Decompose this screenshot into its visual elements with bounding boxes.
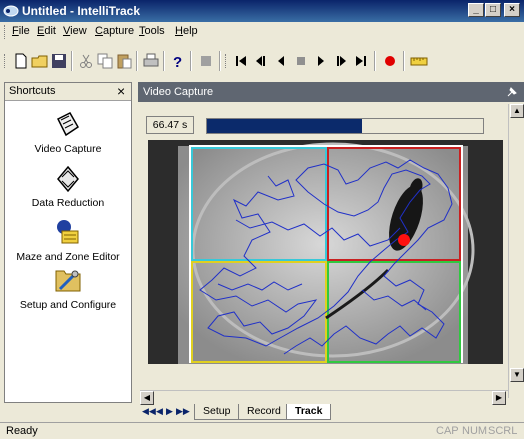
vertical-scrollbar[interactable]: ▲ ▼ — [508, 104, 524, 398]
toolbar-separator — [71, 51, 73, 71]
shortcut-label: Data Reduction — [31, 197, 105, 209]
stop-capture-icon[interactable] — [197, 52, 215, 70]
play-back-icon[interactable] — [272, 52, 290, 70]
shortcut-label: Video Capture — [34, 143, 102, 155]
step-back-icon[interactable] — [252, 52, 270, 70]
record-icon[interactable] — [381, 52, 399, 70]
pin-icon[interactable] — [506, 86, 518, 98]
status-bar: Ready CAP NUM SCRL — [0, 422, 524, 439]
scrl-indicator: SCRL — [488, 425, 518, 437]
shortcut-video-capture[interactable]: Video Capture — [5, 109, 131, 155]
menu-tools[interactable]: Tools — [139, 25, 165, 37]
shortcut-maze-editor[interactable]: Maze and Zone Editor — [5, 217, 131, 263]
toolbar: ? — [0, 42, 524, 82]
video-frame[interactable] — [148, 140, 503, 364]
minimize-button[interactable]: _ — [468, 3, 484, 17]
shortcut-data-reduction[interactable]: Data Reduction — [5, 163, 131, 209]
maze-editor-icon — [57, 220, 79, 244]
capture-progress-bar — [206, 118, 484, 134]
menu-capture[interactable]: Capture — [95, 25, 134, 37]
video-capture-header: Video Capture — [138, 82, 524, 102]
maximize-button[interactable]: □ — [485, 3, 501, 17]
tab-track[interactable]: Track — [286, 404, 332, 420]
scroll-right-button[interactable]: ▶ — [492, 391, 506, 405]
menu-bar: File Edit View Capture Tools Help — [0, 22, 524, 42]
tab-record[interactable]: Record — [238, 404, 290, 420]
video-capture-title: Video Capture — [143, 86, 214, 98]
print-icon[interactable] — [142, 52, 160, 70]
scroll-left-button[interactable]: ◀ — [140, 391, 154, 405]
open-icon[interactable] — [31, 52, 49, 70]
title-bar: Untitled - IntelliTrack _ □ × — [0, 0, 524, 22]
stop-icon[interactable] — [292, 52, 310, 70]
toolbar-grip[interactable] — [225, 54, 228, 68]
horizontal-scrollbar[interactable]: ◀ ▶ — [140, 390, 508, 405]
cap-indicator: CAP — [436, 425, 459, 437]
menu-help[interactable]: Help — [175, 25, 198, 37]
video-capture-icon — [56, 112, 79, 137]
first-tab-icon[interactable]: ◀◀ — [142, 406, 156, 417]
arena-view — [148, 140, 503, 364]
toolbar-separator — [374, 51, 376, 71]
elapsed-time: 66.47 s — [146, 116, 194, 134]
toolbar-grip[interactable] — [4, 54, 7, 68]
cut-icon[interactable] — [77, 52, 95, 70]
data-reduction-icon — [57, 165, 79, 193]
toolbar-separator — [219, 51, 221, 71]
menu-grip[interactable] — [4, 25, 7, 39]
next-tab-icon[interactable]: ▶ — [166, 406, 173, 417]
menu-view[interactable]: View — [63, 25, 87, 37]
ruler-icon[interactable] — [410, 52, 428, 70]
prev-tab-icon[interactable]: ◀ — [156, 406, 163, 417]
new-icon[interactable] — [12, 52, 30, 70]
paste-icon[interactable] — [115, 52, 133, 70]
shortcut-label: Maze and Zone Editor — [16, 251, 120, 263]
status-text: Ready — [6, 425, 38, 437]
tracking-marker — [398, 234, 410, 246]
shortcuts-close-button[interactable]: × — [117, 83, 125, 99]
tab-strip: ◀◀ ◀ ▶ ▶▶ Setup Record Track — [138, 404, 508, 422]
toolbar-separator — [163, 51, 165, 71]
scroll-up-button[interactable]: ▲ — [510, 104, 524, 118]
toolbar-separator — [403, 51, 405, 71]
num-indicator: NUM — [462, 425, 488, 437]
menu-edit[interactable]: Edit — [37, 25, 56, 37]
setup-configure-icon — [55, 270, 81, 292]
close-button[interactable]: × — [504, 3, 520, 17]
skip-start-icon[interactable] — [232, 52, 250, 70]
video-capture-panel: Video Capture 66.47 s ▲ ▼ ◀ ▶ ◀◀ ◀ ▶ ▶▶ … — [138, 82, 524, 422]
play-icon[interactable] — [312, 52, 330, 70]
tab-setup[interactable]: Setup — [194, 404, 240, 420]
last-tab-icon[interactable]: ▶▶ — [176, 406, 190, 417]
copy-icon[interactable] — [96, 52, 114, 70]
capture-progress-fill — [207, 119, 362, 133]
step-forward-icon[interactable] — [332, 52, 350, 70]
toolbar-separator — [136, 51, 138, 71]
shortcut-setup-configure[interactable]: Setup and Configure — [5, 265, 131, 311]
shortcuts-panel: Shortcuts × Video Capture Data Reduction… — [4, 82, 132, 403]
scroll-down-button[interactable]: ▼ — [510, 368, 524, 382]
menu-file[interactable]: File — [12, 25, 30, 37]
shortcuts-header: Shortcuts × — [5, 83, 131, 101]
shortcut-label: Setup and Configure — [19, 299, 117, 311]
svg-text:?: ? — [173, 54, 182, 70]
skip-end-icon[interactable] — [352, 52, 370, 70]
save-icon[interactable] — [50, 52, 68, 70]
help-icon[interactable]: ? — [169, 52, 187, 70]
toolbar-separator — [190, 51, 192, 71]
window-title: Untitled - IntelliTrack — [22, 4, 141, 18]
app-icon — [3, 5, 19, 17]
shortcuts-title: Shortcuts — [9, 85, 56, 97]
